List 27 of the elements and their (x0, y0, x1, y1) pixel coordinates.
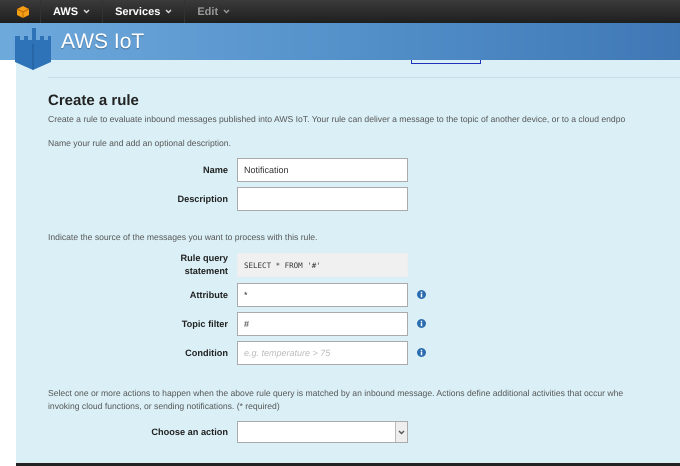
cube-icon[interactable] (16, 4, 30, 18)
section-hint: Indicate the source of the messages you want to process with this rule. (48, 231, 318, 244)
input-field[interactable]: e.g. temperature > 75 (237, 341, 408, 365)
section-hint: Name your rule and add an optional description. (48, 137, 232, 150)
service-title: AWS IoT (61, 30, 144, 54)
field-label: Description (177, 192, 228, 206)
caret-icon (223, 9, 230, 14)
field-label: Name (202, 164, 228, 176)
field-label: Topic filter (182, 318, 228, 330)
intro-text: Create a rule to evaluate inbound messages published into AWS IoT. Your rule can deliver a message to the topic of another device, or to a cloud endpo (48, 113, 626, 126)
caret-icon (165, 9, 172, 14)
field-label: Attribute (190, 288, 228, 302)
caret-icon (398, 430, 405, 434)
field-label: Choose an action (151, 426, 228, 438)
input-field[interactable] (237, 187, 408, 211)
tab-underline (411, 60, 481, 64)
input-field[interactable]: Notification (237, 158, 408, 182)
input-field[interactable]: * (237, 283, 408, 307)
field-label: Rule query statement (180, 252, 228, 278)
page-title: Create a rule (48, 92, 140, 109)
section-hint: Select one or more actions to happen when the above rule query is matched by an inbound message. Actions define additional activities that occur whe (48, 387, 624, 400)
castle-logo-icon (15, 28, 51, 70)
input-field[interactable]: # (237, 312, 408, 336)
section-hint: invoking cloud functions, or sending notifications. (* required) (48, 400, 281, 413)
action-dropdown[interactable] (237, 421, 408, 443)
caret-icon (83, 9, 90, 14)
field-label: Condition (185, 346, 228, 360)
